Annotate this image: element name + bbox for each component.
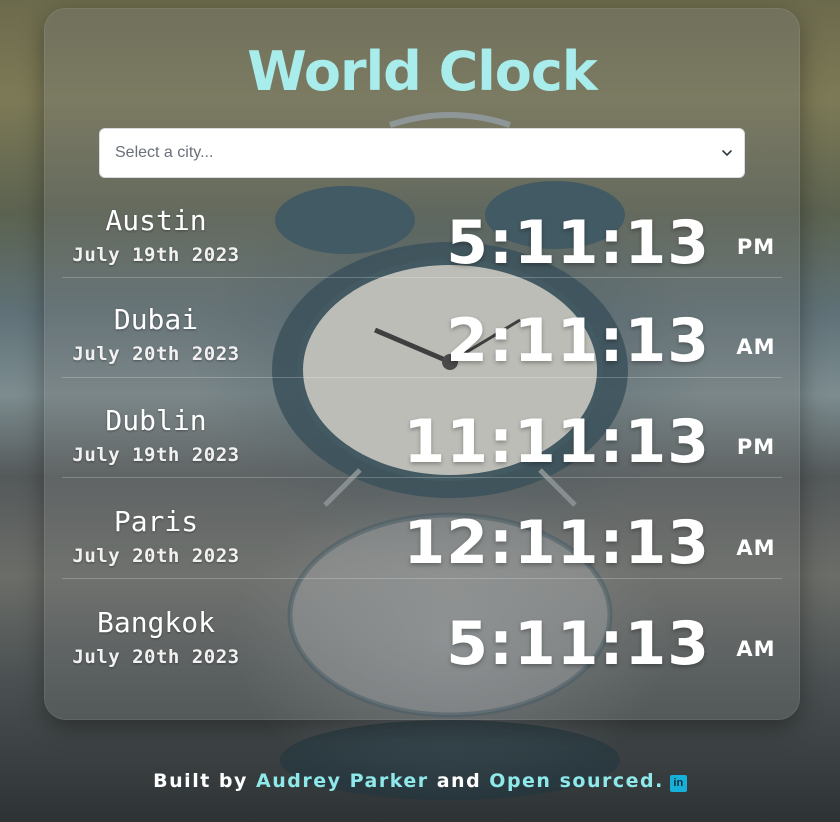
city-ampm: AM (736, 335, 776, 359)
row-divider (62, 578, 782, 579)
city-time: 5:11:13 (446, 609, 710, 679)
city-ampm: AM (736, 637, 776, 661)
chevron-down-icon (722, 150, 732, 157)
footer: Built by Audrey Parker and Open sourced.… (0, 770, 840, 792)
clock-row-dublin: Dublin July 19th 2023 11:11:13 PM (62, 378, 782, 478)
author-link[interactable]: Audrey Parker (256, 770, 429, 792)
city-time: 5:11:13 (446, 208, 710, 278)
city-name: Bangkok (96, 606, 215, 639)
city-date: July 20th 2023 (72, 545, 240, 567)
clock-row-dubai: Dubai July 20th 2023 2:11:13 AM (62, 278, 782, 378)
city-date: July 19th 2023 (72, 444, 240, 466)
city-date: July 20th 2023 (72, 646, 240, 668)
city-time: 12:11:13 (403, 508, 710, 578)
linkedin-icon[interactable]: in (669, 775, 687, 792)
row-divider (62, 477, 782, 478)
city-time: 11:11:13 (403, 407, 710, 477)
clock-row-bangkok: Bangkok July 20th 2023 5:11:13 AM (62, 580, 782, 680)
city-name: Paris (113, 505, 199, 538)
clock-row-austin: Austin July 19th 2023 5:11:13 PM (62, 178, 782, 278)
city-ampm: PM (736, 235, 776, 259)
clock-row-paris: Paris July 20th 2023 12:11:13 AM (62, 479, 782, 579)
city-date: July 20th 2023 (72, 343, 240, 365)
city-name: Austin (105, 204, 207, 237)
city-name: Dubai (113, 303, 199, 336)
city-name: Dublin (105, 404, 207, 437)
footer-middle: and (436, 770, 482, 792)
city-ampm: AM (736, 536, 776, 560)
city-time: 2:11:13 (446, 306, 710, 376)
city-ampm: PM (736, 435, 776, 459)
page-title: World Clock (247, 40, 598, 103)
footer-prefix: Built by (153, 770, 248, 792)
city-select-placeholder: Select a city... (115, 144, 214, 161)
city-date: July 19th 2023 (72, 244, 240, 266)
open-source-link[interactable]: Open sourced. (489, 770, 664, 792)
city-select[interactable]: Select a city... (99, 128, 745, 178)
